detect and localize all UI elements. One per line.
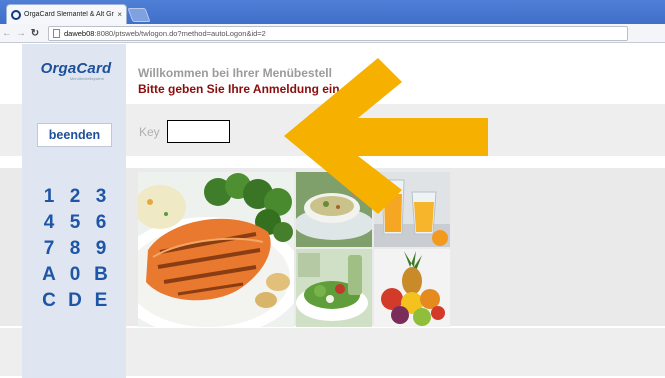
url-host: daweb08: [64, 28, 95, 38]
tab-title: OrgaCard Slemantel & Alt Gr: [24, 11, 114, 18]
tab-close-icon[interactable]: ×: [117, 10, 122, 19]
keypad-key-5[interactable]: 5: [63, 210, 87, 236]
keypad-key-e[interactable]: E: [89, 288, 113, 314]
keypad-key-9[interactable]: 9: [89, 236, 113, 262]
back-icon[interactable]: ←: [0, 28, 14, 39]
keypad-key-2[interactable]: 2: [63, 184, 87, 210]
key-label: Key: [139, 125, 160, 139]
soup-image: [296, 172, 372, 247]
key-input[interactable]: [167, 120, 230, 143]
forward-icon[interactable]: →: [14, 28, 28, 39]
new-tab-button[interactable]: [127, 8, 151, 22]
keypad: 1 2 3 4 5 6 7 8 9 A 0 B C D E: [37, 184, 113, 314]
url-path: :8080/ptsweb/twlogon.do?method=autoLogon…: [94, 28, 266, 38]
keypad-key-8[interactable]: 8: [63, 236, 87, 262]
instruction-text: Bitte geben Sie Ihre Anmeldung ein.: [138, 82, 343, 96]
keypad-key-3[interactable]: 3: [89, 184, 113, 210]
orange-juice-image: [374, 172, 450, 247]
browser-window: OrgaCard Slemantel & Alt Gr × ← → ↻ dawe…: [0, 0, 665, 378]
salmon-dish-image: [138, 172, 294, 327]
keypad-key-7[interactable]: 7: [37, 236, 61, 262]
keypad-key-4[interactable]: 4: [37, 210, 61, 236]
address-bar[interactable]: daweb08 :8080/ptsweb/twlogon.do?method=a…: [48, 25, 628, 41]
welcome-text: Willkommen bei Ihrer Menübestell: [138, 66, 332, 80]
orgacard-logo: OrgaCard Menübestellsystem: [36, 60, 116, 81]
exit-button[interactable]: beenden: [37, 123, 112, 147]
salad-image: [296, 249, 372, 327]
keypad-key-c[interactable]: C: [37, 288, 61, 314]
page-content: OrgaCard Menübestellsystem Willkommen be…: [0, 44, 665, 378]
keypad-key-1[interactable]: 1: [37, 184, 61, 210]
favicon-icon: [11, 9, 21, 20]
fruit-bowl-image: [374, 249, 450, 327]
brand-name: OrgaCard: [40, 60, 112, 77]
page-icon: [53, 28, 60, 38]
browser-toolbar: ← → ↻ daweb08 :8080/ptsweb/twlogon.do?me…: [0, 24, 665, 43]
keypad-key-b[interactable]: B: [89, 262, 113, 288]
browser-tab[interactable]: OrgaCard Slemantel & Alt Gr ×: [6, 4, 127, 24]
reload-icon[interactable]: ↻: [28, 28, 42, 39]
keypad-key-0[interactable]: 0: [63, 262, 87, 288]
keypad-key-d[interactable]: D: [63, 288, 87, 314]
keypad-key-a[interactable]: A: [37, 262, 61, 288]
keypad-key-6[interactable]: 6: [89, 210, 113, 236]
tab-strip: OrgaCard Slemantel & Alt Gr ×: [0, 0, 665, 24]
